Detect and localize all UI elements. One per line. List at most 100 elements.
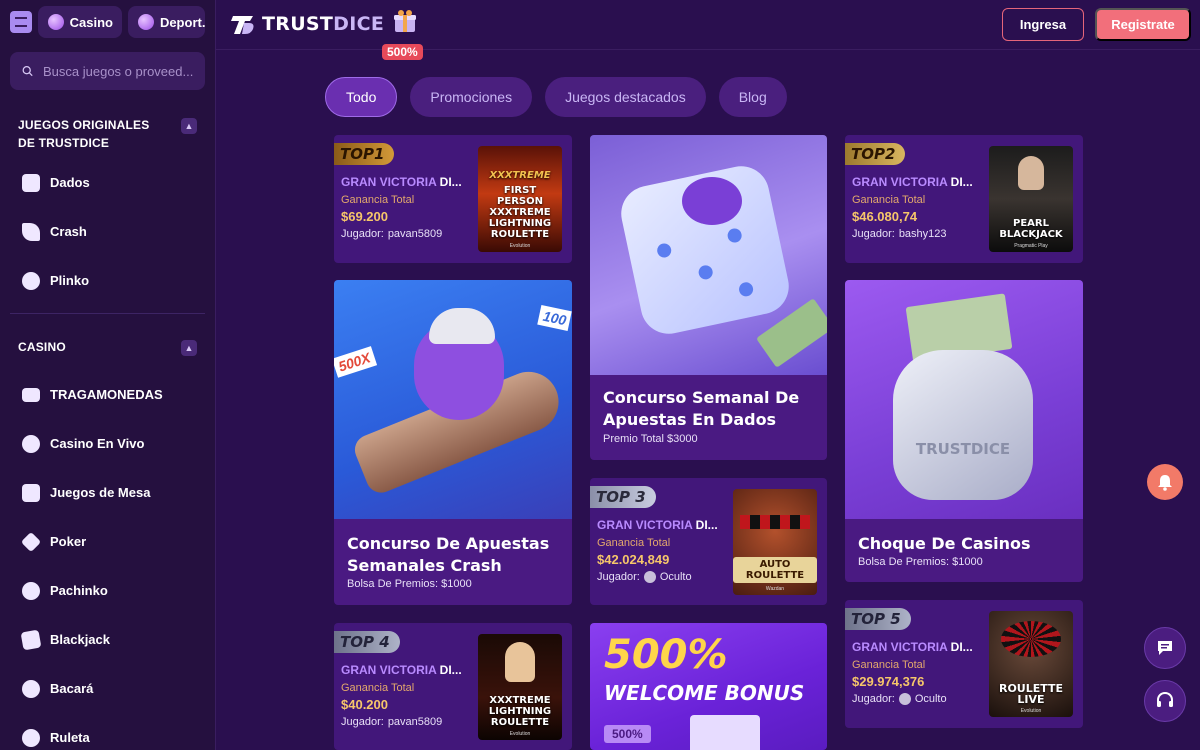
logo-text-a: TRUST [262, 13, 334, 35]
win-label: Ganancia Total [341, 194, 415, 206]
sidebar-item-blackjack[interactable]: Blackjack [0, 615, 215, 664]
win-player: Jugador: bashy123 [852, 228, 947, 240]
win-title-a: GRAN VICTORIA [597, 518, 693, 532]
win-title-a: GRAN VICTORIA [341, 663, 437, 677]
slots-icon [22, 387, 40, 402]
rank-badge: TOP1 [334, 143, 395, 165]
logo-icon [231, 16, 254, 34]
rank-badge: TOP2 [845, 143, 906, 165]
gift-icon[interactable] [392, 8, 418, 34]
tab-todo[interactable]: Todo [325, 77, 398, 117]
provider-name: Pragmatic Play [1014, 243, 1048, 249]
gift-badge[interactable]: 500% [382, 44, 423, 60]
originals-heading: JUEGOS ORIGINALES DE TRUSTDICE [18, 118, 150, 150]
sidebar-item-plinko[interactable]: Plinko [0, 256, 215, 305]
dealer-image [1018, 156, 1044, 190]
bonus-ticket: 500% [604, 725, 651, 743]
bag-logo-text: TRUSTDICE [915, 440, 1011, 458]
big-win-card[interactable]: TOP 4 GRAN VICTORIA DI... Ganancia Total… [334, 623, 572, 750]
pachinko-icon [22, 581, 40, 600]
rocket-icon [22, 222, 40, 241]
win-title: GRAN VICTORIA DI... [852, 175, 973, 189]
sidebar-item-label: Casino En Vivo [50, 436, 145, 451]
casino-switch-button[interactable]: Casino [37, 6, 122, 38]
sidebar-item-poker[interactable]: Poker [0, 517, 215, 566]
sports-switch-button[interactable]: Deport... [127, 6, 205, 38]
notifications-button[interactable] [1147, 464, 1183, 500]
sidebar-item-casino-en-vivo[interactable]: Casino En Vivo [0, 419, 215, 468]
win-amount: $42.024,849 [597, 552, 670, 567]
sidebar-item-label: Dados [50, 175, 90, 190]
dice-icon [22, 173, 40, 192]
tab-blog[interactable]: Blog [718, 77, 787, 117]
menu-icon[interactable] [10, 11, 32, 33]
game-thumbnail[interactable]: ROULETTE LIVE Evolution [989, 611, 1073, 717]
roulette-numbers-strip [740, 515, 810, 529]
originals-section-header[interactable]: JUEGOS ORIGINALES DE TRUSTDICE ▲ [0, 116, 215, 152]
win-title-b: DI... [947, 175, 973, 189]
sidebar-item-pachinko[interactable]: Pachinko [0, 566, 215, 615]
win-amount: $40.200 [341, 697, 388, 712]
win-title: GRAN VICTORIA DI... [341, 175, 462, 189]
sidebar-item-tragamonedas[interactable]: TRAGAMONEDAS [0, 370, 215, 419]
sidebar-item-bacara[interactable]: Bacará [0, 664, 215, 713]
clash-promo-image: TRUSTDICE [845, 280, 1083, 519]
search-input[interactable] [43, 63, 193, 79]
sidebar-item-label: Blackjack [50, 632, 110, 647]
live-dealer-icon [22, 434, 40, 453]
login-button[interactable]: Ingresa [1002, 8, 1084, 41]
bird-mascot-icon [682, 177, 742, 225]
big-win-card[interactable]: TOP2 GRAN VICTORIA DI... Ganancia Total … [845, 135, 1083, 263]
big-win-card[interactable]: TOP 3 GRAN VICTORIA DI... Ganancia Total… [590, 478, 827, 605]
promo-card-welcome-bonus[interactable]: 500% WELCOME BONUS 500% [590, 623, 827, 750]
win-title-b: DI... [436, 175, 462, 189]
sidebar-divider [10, 313, 205, 314]
chevron-up-icon[interactable]: ▲ [181, 340, 197, 356]
filter-tabs: Todo Promociones Juegos destacados Blog [325, 77, 787, 117]
promo-subtitle: Bolsa De Premios: $1000 [858, 556, 983, 568]
gift-icon [690, 715, 760, 750]
sidebar-item-juegos-de-mesa[interactable]: Juegos de Mesa [0, 468, 215, 517]
player-name: pavan5809 [387, 716, 443, 728]
promo-card-clash[interactable]: TRUSTDICE Choque De Casinos Bolsa De Pre… [845, 280, 1083, 582]
support-button[interactable] [1144, 680, 1186, 722]
game-thumbnail[interactable]: AUTO ROULETTE Wazdan [733, 489, 817, 595]
provider-name: Evolution [1020, 708, 1042, 714]
game-thumbnail[interactable]: XXXTREME FIRST PERSON XXXTREME LIGHTNING… [478, 146, 562, 252]
player-name: pavan5809 [387, 228, 443, 240]
sidebar-item-label: Poker [50, 534, 87, 549]
game-name: XXXTREME LIGHTNING ROULETTE [488, 695, 552, 728]
provider-name: Evolution [509, 731, 531, 737]
game-tag: XXXTREME [489, 170, 551, 181]
sidebar-item-crash[interactable]: Crash [0, 207, 215, 256]
big-win-card[interactable]: TOP1 GRAN VICTORIA DI... Ganancia Total … [334, 135, 572, 263]
sidebar: Casino Deport... JUEGOS ORIGINALES DE TR… [0, 0, 216, 750]
roulette-icon [22, 728, 40, 747]
big-win-card[interactable]: TOP 5 GRAN VICTORIA DI... Ganancia Total… [845, 600, 1083, 728]
bonus-label: WELCOME BONUS [604, 681, 805, 705]
tab-promociones[interactable]: Promociones [410, 77, 533, 117]
rank-badge: TOP 5 [845, 608, 911, 630]
chat-button[interactable] [1144, 627, 1186, 669]
casino-heading: CASINO [18, 340, 66, 354]
search-icon [22, 66, 33, 77]
brand-logo[interactable]: TRUSTDICE [230, 11, 384, 37]
dealer-image [505, 642, 535, 682]
win-label: Ganancia Total [341, 682, 415, 694]
register-button[interactable]: Registrate [1095, 8, 1191, 41]
chevron-up-icon[interactable]: ▲ [181, 118, 197, 134]
promo-title: Concurso Semanal De Apuestas En Dados [603, 388, 800, 429]
sidebar-item-ruleta[interactable]: Ruleta [0, 713, 215, 750]
sidebar-item-label: Ruleta [50, 730, 90, 745]
promo-card-crash[interactable]: 500X 100 Concurso De Apuestas Semanales … [334, 280, 572, 605]
casino-section-header[interactable]: CASINO ▲ [0, 338, 215, 356]
win-player: Jugador: pavan5809 [341, 228, 442, 240]
rank-badge: TOP 3 [590, 486, 656, 508]
promo-card-dice[interactable]: Concurso Semanal De Apuestas En Dados Pr… [590, 135, 827, 460]
game-thumbnail[interactable]: XXXTREME LIGHTNING ROULETTE Evolution [478, 634, 562, 740]
sidebar-item-dados[interactable]: Dados [0, 158, 215, 207]
game-thumbnail[interactable]: PEARL BLACKJACK Pragmatic Play [989, 146, 1073, 252]
win-label: Ganancia Total [597, 537, 671, 549]
player-prefix: Jugador: [852, 693, 895, 705]
tab-juegos-destacados[interactable]: Juegos destacados [545, 77, 706, 117]
